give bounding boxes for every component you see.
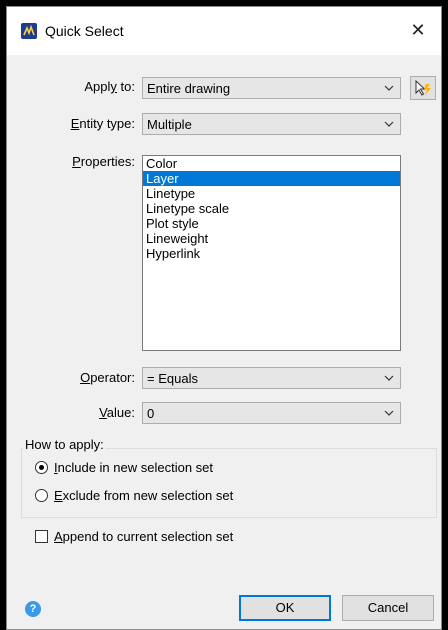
list-item[interactable]: Hyperlink (143, 246, 400, 261)
value-value: 0 (147, 406, 155, 421)
ok-button[interactable]: OK (239, 595, 331, 621)
list-item[interactable]: Plot style (143, 216, 400, 231)
chevron-down-icon (384, 410, 394, 416)
value-label: Value: (99, 405, 135, 420)
select-objects-button[interactable] (410, 76, 436, 100)
quickselect-app-icon (21, 23, 37, 39)
cancel-button[interactable]: Cancel (342, 595, 434, 621)
chevron-down-icon (384, 85, 394, 91)
operator-label: Operator: (80, 370, 135, 385)
quick-select-dialog: Quick Select ✕ Apply to: Entire drawing … (6, 6, 442, 630)
list-item[interactable]: Color (143, 156, 400, 171)
list-item[interactable]: Linetype (143, 186, 400, 201)
list-item[interactable]: Linetype scale (143, 201, 400, 216)
close-icon[interactable]: ✕ (405, 17, 431, 43)
window-title: Quick Select (45, 23, 124, 39)
include-radio[interactable] (35, 461, 48, 474)
list-item[interactable]: Lineweight (143, 231, 400, 246)
exclude-radio[interactable] (35, 489, 48, 502)
properties-listbox[interactable]: Color Layer Linetype Linetype scale Plot… (142, 155, 401, 351)
title-bar: Quick Select ✕ (7, 7, 441, 55)
operator-dropdown[interactable]: = Equals (142, 367, 401, 389)
chevron-down-icon (384, 375, 394, 381)
how-to-apply-group (21, 448, 437, 518)
help-icon[interactable]: ? (25, 601, 41, 617)
how-to-apply-label: How to apply: (23, 437, 106, 452)
select-objects-icon (415, 79, 431, 96)
exclude-label[interactable]: Exclude from new selection set (54, 488, 233, 503)
apply-to-dropdown[interactable]: Entire drawing (142, 77, 401, 99)
operator-value: = Equals (147, 371, 198, 386)
properties-label: Properties: (72, 154, 135, 169)
apply-to-value: Entire drawing (147, 81, 231, 96)
append-checkbox[interactable] (35, 530, 48, 543)
append-label[interactable]: Append to current selection set (54, 529, 233, 544)
include-label[interactable]: Include in new selection set (54, 460, 213, 475)
list-item[interactable]: Layer (143, 171, 400, 186)
apply-to-label: Apply to: (84, 79, 135, 94)
entity-type-dropdown[interactable]: Multiple (142, 113, 401, 135)
entity-type-label: Entity type: (70, 116, 135, 131)
value-dropdown[interactable]: 0 (142, 402, 401, 424)
chevron-down-icon (384, 121, 394, 127)
entity-type-value: Multiple (147, 117, 192, 132)
